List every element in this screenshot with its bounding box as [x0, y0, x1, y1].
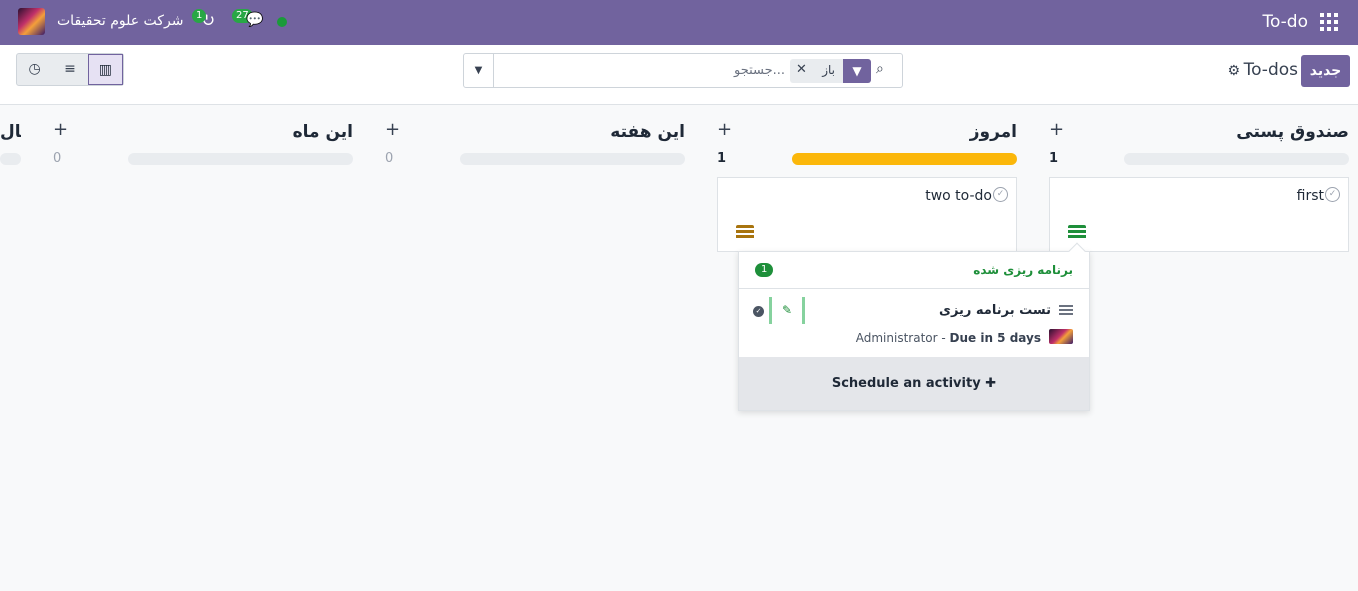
popover-count-badge: 1	[755, 263, 774, 277]
schedule-activity-button[interactable]: Schedule an activity ✚	[739, 357, 1089, 410]
search-facet: ▼ باز ✕	[790, 59, 871, 83]
app-title[interactable]: To-do	[1262, 12, 1308, 32]
popover-header: برنامه ریزی شده 1	[739, 252, 1089, 289]
column-progress-bar[interactable]	[0, 153, 21, 165]
breadcrumb[interactable]: To-dos	[1244, 60, 1298, 80]
company-name[interactable]: شرکت علوم تحقیقات	[57, 13, 183, 29]
activity-due: Due in 5 days	[949, 331, 1041, 345]
mark-done-icon[interactable]: ✓	[993, 187, 1008, 202]
user-avatar[interactable]	[18, 8, 45, 35]
activity-popover: برنامه ریزی شده 1 تست برنامه ریزی Admini…	[738, 242, 1090, 411]
presence-status-icon	[277, 17, 287, 27]
remove-facet-icon[interactable]: ✕	[796, 62, 807, 77]
column-progress-bar[interactable]	[128, 153, 353, 165]
search-input[interactable]: جستجو...	[734, 63, 785, 78]
kanban-column-this-month: این ماه + 0	[53, 105, 353, 591]
mark-done-icon[interactable]: ✓	[1325, 187, 1340, 202]
view-switcher: ◷ ≡ ▥	[16, 53, 124, 86]
assignee-avatar	[1049, 329, 1073, 344]
messages-icon[interactable]: 💬	[246, 12, 263, 28]
search-icon[interactable]: ⌕	[876, 61, 884, 77]
activity-title[interactable]: تست برنامه ریزی	[939, 303, 1051, 318]
kanban-column-this-week: این هفته + 0	[385, 105, 685, 591]
kanban-card[interactable]: first ✓	[1049, 177, 1349, 252]
app-menu-icon[interactable]	[1320, 13, 1338, 31]
column-title[interactable]: این هفته	[610, 122, 685, 142]
column-progress-bar[interactable]	[460, 153, 685, 165]
activity-state-icon[interactable]	[736, 225, 754, 240]
activity-meta: Administrator - Due in 5 days	[856, 331, 1041, 345]
search-bar[interactable]: ▼ جستجو... ▼ باز ✕ ⌕	[463, 53, 903, 88]
add-to-column-icon[interactable]: +	[717, 119, 732, 140]
control-panel: جدید To-dos ⚙ ▼ جستجو... ▼ باز ✕ ⌕ ◷ ≡ ▥	[0, 45, 1358, 105]
column-count: 1	[717, 151, 727, 166]
activity-state-icon[interactable]	[1068, 225, 1086, 240]
edit-activity-button[interactable]: ✎	[769, 297, 805, 324]
column-title[interactable]: صندوق پستی	[1236, 122, 1349, 142]
new-button[interactable]: جدید	[1301, 55, 1350, 87]
add-to-column-icon[interactable]: +	[385, 119, 400, 140]
kanban-column-year: سال	[0, 105, 21, 591]
facet-label: باز	[822, 63, 835, 77]
top-navbar: To-do شرکت علوم تحقیقات ↻ 1 27 💬	[0, 0, 1358, 45]
add-to-column-icon[interactable]: +	[53, 119, 68, 140]
card-title: first	[1296, 188, 1324, 204]
column-count: 0	[53, 151, 62, 166]
progress-fill-today[interactable]	[792, 153, 1017, 165]
column-title[interactable]: این ماه	[293, 122, 353, 142]
mark-activity-done-icon[interactable]: ✓	[753, 306, 764, 317]
plus-icon: ✚	[985, 376, 997, 391]
meta-separator: -	[937, 331, 950, 345]
kanban-card[interactable]: two to-do ✓	[717, 177, 1017, 252]
popover-section-title: برنامه ریزی شده	[973, 263, 1073, 277]
card-title: two to-do	[925, 188, 992, 204]
todo-activity-icon	[1059, 305, 1073, 317]
column-progress-bar[interactable]	[1124, 153, 1349, 165]
list-view-icon[interactable]: ≡	[52, 54, 87, 85]
search-options-toggle-icon[interactable]: ▼	[464, 54, 494, 87]
activity-assignee: Administrator	[855, 331, 938, 345]
column-count: 0	[385, 151, 394, 166]
column-title[interactable]: امروز	[970, 122, 1017, 142]
column-title[interactable]: سال	[0, 122, 21, 142]
activity-view-icon[interactable]: ◷	[17, 54, 52, 85]
column-count: 1	[1049, 151, 1059, 166]
activity-item: تست برنامه ریزی Administrator - Due in 5…	[739, 289, 1089, 357]
filter-icon: ▼	[843, 59, 871, 83]
add-to-column-icon[interactable]: +	[1049, 119, 1064, 140]
kanban-view-icon[interactable]: ▥	[87, 54, 124, 85]
gear-icon[interactable]: ⚙	[1227, 63, 1240, 79]
schedule-activity-label: Schedule an activity	[831, 376, 981, 391]
column-progress-bar[interactable]	[792, 153, 1017, 165]
